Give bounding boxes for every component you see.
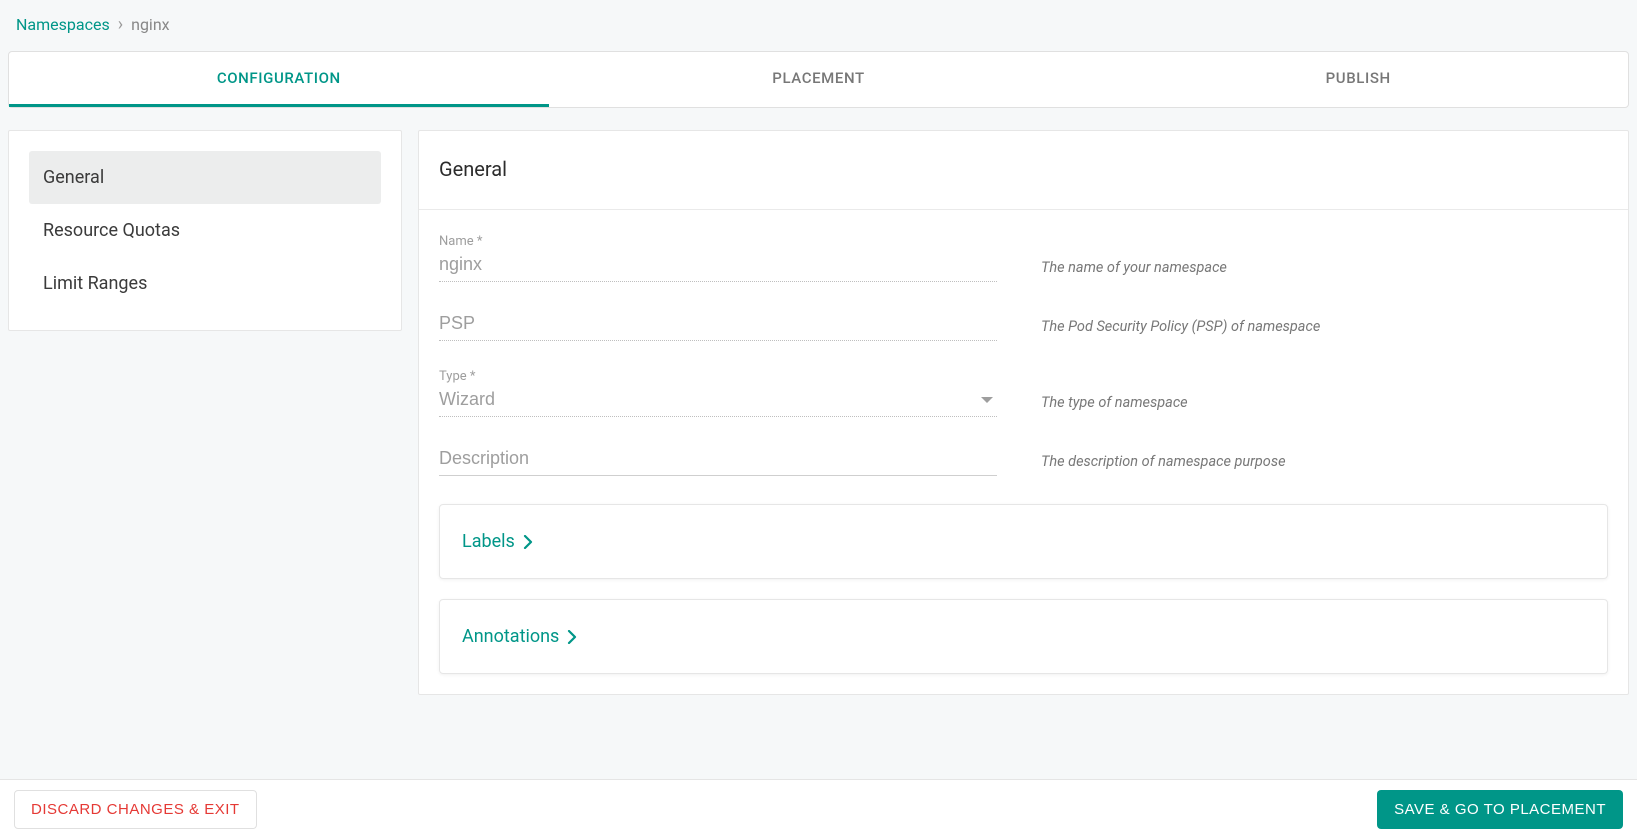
input-name[interactable] xyxy=(439,251,997,282)
tab-publish[interactable]: PUBLISH xyxy=(1088,52,1628,107)
help-description: The description of namespace purpose xyxy=(1041,453,1286,476)
field-type: Type * xyxy=(439,369,997,417)
label-type: Type * xyxy=(439,369,997,384)
breadcrumb-namespaces-link[interactable]: Namespaces xyxy=(16,15,110,34)
label-name: Name * xyxy=(439,234,997,249)
row-type: Type * The type of namespace xyxy=(439,369,1608,417)
row-name: Name * The name of your namespace xyxy=(439,234,1608,282)
discard-button[interactable]: DISCARD CHANGES & EXIT xyxy=(14,790,257,829)
field-name: Name * xyxy=(439,234,997,282)
expander-labels-label: Labels xyxy=(462,531,515,552)
breadcrumb: Namespaces › nginx xyxy=(0,0,1637,45)
help-psp: The Pod Security Policy (PSP) of namespa… xyxy=(1041,318,1320,341)
main-area: General Resource Quotas Limit Ranges Gen… xyxy=(0,108,1637,695)
tabs: CONFIGURATION PLACEMENT PUBLISH xyxy=(8,51,1629,108)
row-psp: The Pod Security Policy (PSP) of namespa… xyxy=(439,310,1608,341)
input-psp[interactable] xyxy=(439,310,997,341)
field-description xyxy=(439,445,997,476)
sidebar-item-general[interactable]: General xyxy=(29,151,381,204)
content-panel: General Name * The name of your namespac… xyxy=(418,130,1629,695)
expander-labels[interactable]: Labels xyxy=(439,504,1608,579)
chevron-right-icon xyxy=(523,535,533,549)
select-type[interactable] xyxy=(439,386,997,417)
panel-title: General xyxy=(439,157,1608,181)
panel-header: General xyxy=(419,131,1628,210)
input-description[interactable] xyxy=(439,445,997,476)
tab-placement[interactable]: PLACEMENT xyxy=(549,52,1089,107)
expander-annotations[interactable]: Annotations xyxy=(439,599,1608,674)
chevron-right-icon xyxy=(567,630,577,644)
save-button[interactable]: SAVE & GO TO PLACEMENT xyxy=(1377,790,1623,829)
row-description: The description of namespace purpose xyxy=(439,445,1608,476)
breadcrumb-current: nginx xyxy=(131,15,169,34)
sidebar-item-limit-ranges[interactable]: Limit Ranges xyxy=(29,257,381,310)
tab-configuration[interactable]: CONFIGURATION xyxy=(9,52,549,107)
footer-bar: DISCARD CHANGES & EXIT SAVE & GO TO PLAC… xyxy=(0,779,1637,839)
help-type: The type of namespace xyxy=(1041,394,1188,417)
help-name: The name of your namespace xyxy=(1041,259,1227,282)
sidebar: General Resource Quotas Limit Ranges xyxy=(8,130,402,331)
field-psp xyxy=(439,310,997,341)
form-rows: Name * The name of your namespace The Po… xyxy=(419,210,1628,476)
breadcrumb-separator: › xyxy=(118,14,123,35)
sidebar-item-resource-quotas[interactable]: Resource Quotas xyxy=(29,204,381,257)
expander-annotations-label: Annotations xyxy=(462,626,559,647)
